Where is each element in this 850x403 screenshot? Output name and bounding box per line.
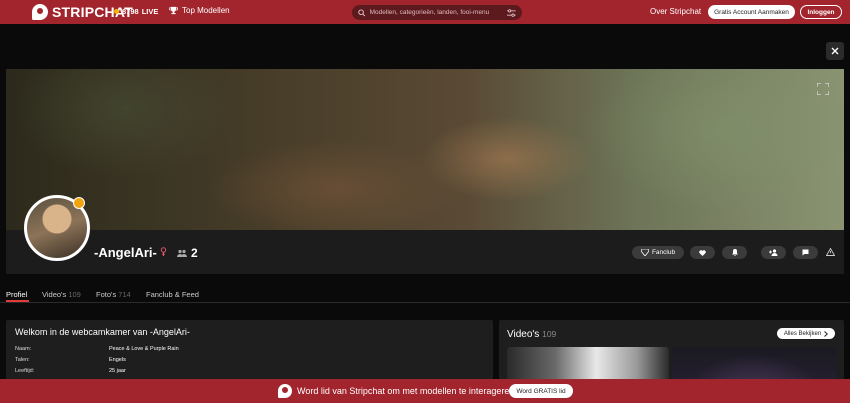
videos-title-label: Video's: [507, 329, 540, 340]
see-all-label: Alles Bekijken: [783, 330, 822, 337]
banner-text: Word lid van Stripchat om met modellen t…: [297, 386, 517, 396]
info-value-age: 25 jaar: [109, 368, 126, 374]
top-models-link[interactable]: Top Modellen: [169, 6, 230, 15]
banner-join-button[interactable]: Word GRATIS lid: [509, 384, 573, 398]
bell-icon: [731, 249, 738, 256]
tab-label: Fanclub & Feed: [146, 290, 199, 299]
close-icon: [831, 47, 839, 55]
add-friend-button[interactable]: [761, 246, 786, 259]
venus-icon: [160, 247, 167, 256]
tab-fanclub-feed[interactable]: Fanclub & Feed: [146, 290, 199, 299]
search-input[interactable]: [369, 9, 504, 16]
status-badge-icon: [73, 197, 85, 209]
model-name: -AngelAri-: [94, 245, 157, 260]
info-value-languages: Engels: [109, 357, 126, 363]
viewer-count-value: 2: [191, 246, 198, 260]
top-models-label: Top Modellen: [182, 6, 230, 15]
cover-image: [6, 69, 844, 230]
videos-title: Video's 109: [507, 329, 556, 340]
message-button[interactable]: [793, 246, 818, 259]
videos-count: 109: [542, 329, 557, 339]
signup-button[interactable]: Gratis Account Aanmaken: [708, 5, 795, 19]
report-icon[interactable]: [826, 248, 835, 256]
trophy-icon: [169, 6, 178, 15]
profile-tabs: Profiel Video's 109 Foto's 714 Fanclub &…: [0, 286, 850, 302]
add-user-icon: [769, 249, 778, 256]
about-link[interactable]: Over Stripchat: [650, 7, 701, 16]
info-title: Welkom in de webcamkamer van -AngelAri-: [15, 327, 190, 337]
login-button[interactable]: Inloggen: [800, 5, 842, 19]
search-icon: [358, 8, 366, 16]
expand-icon[interactable]: [817, 83, 829, 95]
fanclub-button[interactable]: Fanclub: [632, 246, 684, 259]
see-all-button[interactable]: Alles Bekijken: [777, 328, 835, 339]
info-key-age: Leeftijd:: [15, 368, 35, 374]
live-count: 8798: [122, 7, 139, 16]
banner-logo-icon: [278, 384, 292, 398]
info-key-name: Naam:: [15, 346, 32, 352]
live-dot-icon: [114, 9, 119, 14]
tab-photos[interactable]: Foto's 714: [96, 290, 131, 299]
fanclub-label: Fanclub: [651, 249, 676, 256]
notify-button[interactable]: [722, 246, 747, 259]
close-button[interactable]: [826, 42, 844, 60]
tabs-divider: [0, 302, 850, 303]
tab-label: Foto's: [96, 290, 117, 299]
info-value-name: Peace & Love & Purple Rain: [109, 346, 179, 352]
diamond-icon: [640, 249, 649, 256]
filter-icon[interactable]: [507, 8, 516, 17]
tab-videos[interactable]: Video's 109: [42, 290, 81, 299]
tab-label: Profiel: [6, 290, 28, 299]
search-box[interactable]: [352, 5, 522, 20]
info-key-languages: Talen:: [15, 357, 30, 363]
live-label: LIVE: [141, 7, 159, 16]
tab-count: 109: [68, 290, 81, 299]
logo-icon: [32, 4, 48, 20]
live-counter[interactable]: 8798 LIVE: [114, 7, 158, 16]
chevron-right-icon: [824, 330, 829, 337]
tab-profile[interactable]: Profiel: [6, 290, 27, 299]
tab-count: 714: [118, 290, 131, 299]
favorite-button[interactable]: [690, 246, 715, 259]
viewer-count: 2: [177, 246, 198, 260]
heart-icon: [699, 249, 706, 256]
chat-icon: [802, 249, 809, 256]
viewers-icon: [177, 249, 187, 257]
tab-label: Video's: [42, 290, 67, 299]
